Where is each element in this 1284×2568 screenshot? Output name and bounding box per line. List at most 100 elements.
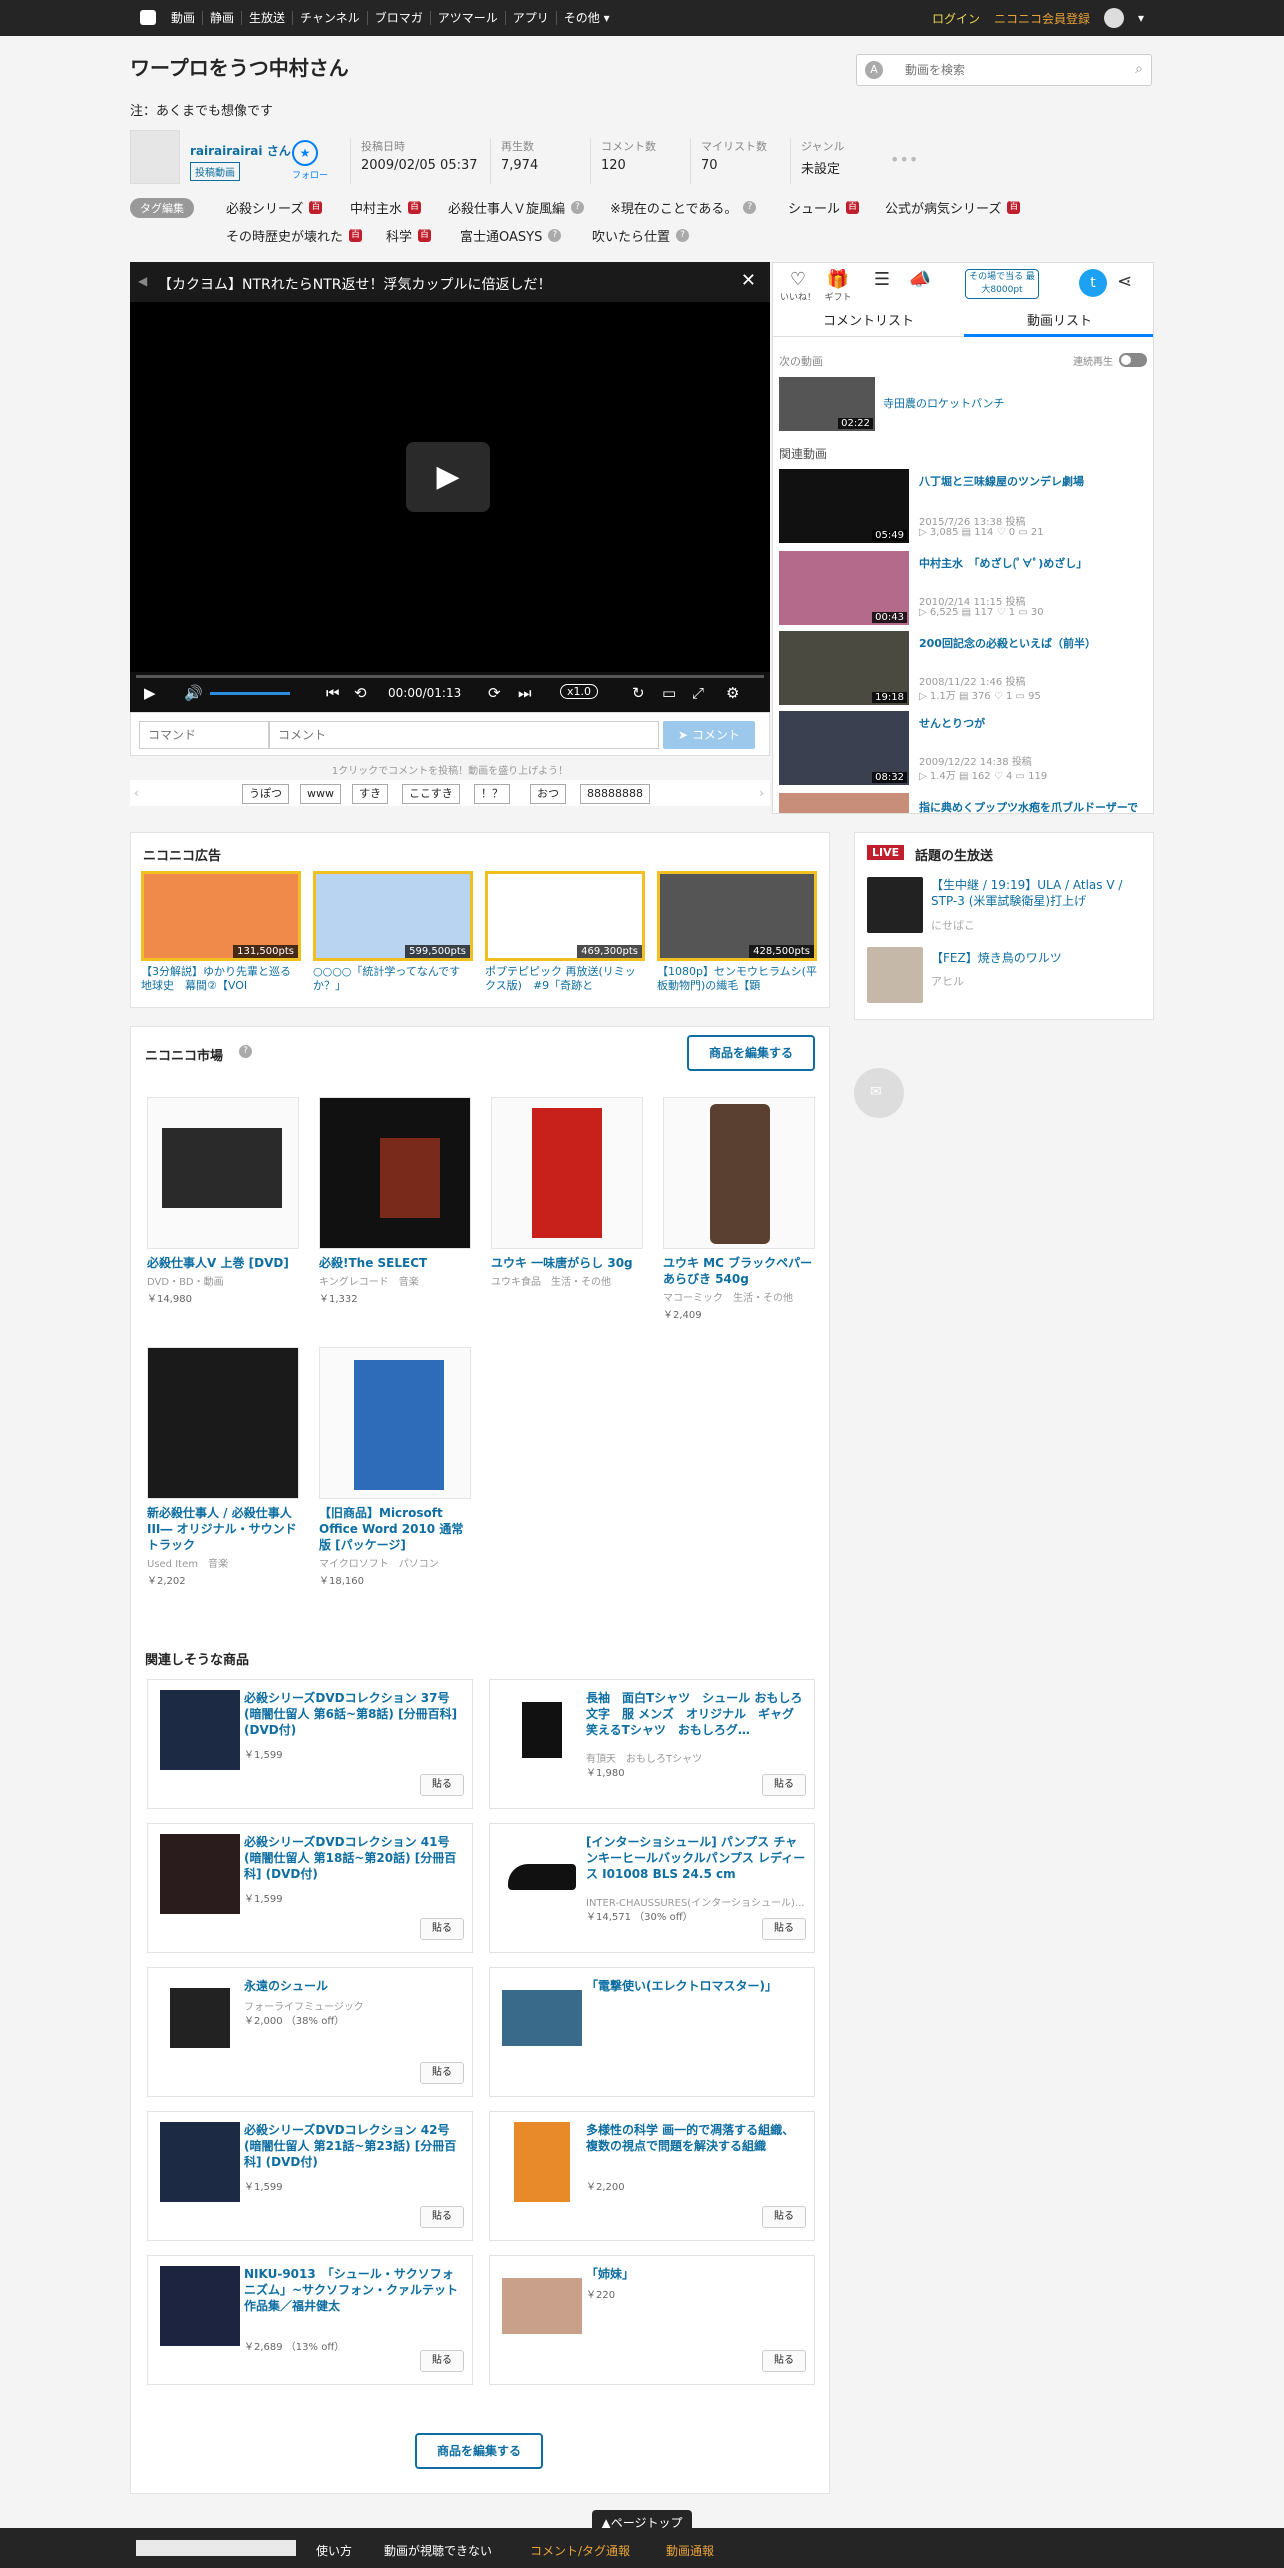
related-video-thumbnail[interactable]: 08:32	[779, 711, 909, 785]
encyclopedia-icon[interactable]: 百	[349, 229, 363, 242]
niconico-footer-logo[interactable]	[136, 2540, 296, 2556]
related-video-title[interactable]: せんとりつが	[919, 715, 1145, 731]
comment-toggle-icon[interactable]: ▭	[662, 684, 676, 702]
market-item[interactable]: 【旧商品】Microsoft Office Word 2010 通常版 [パッケ…	[319, 1347, 471, 1587]
tag-item[interactable]: シュール百	[788, 198, 860, 217]
related-video-thumbnail[interactable]: 19:18	[779, 631, 909, 705]
tab-comment-list[interactable]: コメントリスト	[773, 307, 964, 337]
related-video-thumbnail[interactable]	[779, 793, 909, 813]
comment-submit-button[interactable]: ➤ コメント	[663, 721, 755, 749]
product-image[interactable]	[502, 1990, 582, 2046]
product-image[interactable]	[319, 1347, 471, 1499]
tag-item[interactable]: 必殺仕事人Ｖ旋風編?	[448, 198, 585, 217]
related-product-card[interactable]: 必殺シリーズDVDコレクション 37号 (暗闇仕留人 第6話~第8話) [分冊百…	[147, 1679, 473, 1809]
forward-10-icon[interactable]: ⟳	[488, 684, 501, 702]
product-image[interactable]	[160, 2266, 240, 2346]
ad-title[interactable]: ○○○○「統計学ってなんですか？」	[313, 965, 473, 993]
paste-button[interactable]: 貼る	[762, 1918, 806, 1940]
tag-item[interactable]: 科学百	[386, 226, 432, 245]
tag-label[interactable]: 富士通OASYS	[460, 226, 542, 245]
more-icon[interactable]: •••	[890, 150, 918, 169]
nav-video[interactable]: 動画	[164, 11, 204, 25]
encyclopedia-icon[interactable]: 百	[846, 201, 860, 214]
encyclopedia-icon[interactable]: 百	[418, 229, 432, 242]
ad-card[interactable]: 131,500pts 【3分解説】ゆかり先輩と巡る地球史 幕間②【VOI	[141, 871, 301, 993]
quick-comment-button[interactable]: ！？	[474, 784, 510, 804]
product-image[interactable]	[502, 2278, 582, 2334]
next-video-thumbnail[interactable]: 02:22	[779, 377, 875, 431]
product-title[interactable]: 必殺シリーズDVDコレクション 41号 (暗闇仕留人 第18話~第20話) [分…	[244, 1834, 464, 1882]
speed-button[interactable]: x1.0	[560, 684, 599, 699]
related-product-card[interactable]: 「姉妹」 ￥220 貼る	[489, 2255, 815, 2385]
uploader-name[interactable]: rairairairai さん	[190, 142, 291, 159]
market-item[interactable]: ユウキ 一味唐がらし 30g ユウキ食品 生活・その他	[491, 1097, 643, 1290]
product-image[interactable]	[147, 1097, 299, 1249]
tag-label[interactable]: ※現在のことである。	[610, 198, 737, 217]
tag-label[interactable]: 中村主水	[350, 198, 402, 217]
nav-live[interactable]: 生放送	[242, 11, 294, 25]
product-title[interactable]: 多様性の科学 画一的で凋落する組織、複数の視点で問題を解決する組織	[586, 2122, 806, 2154]
related-product-card[interactable]: 永遠のシュール フォーライフミュージック ￥2,000 （38% off） 貼る	[147, 1967, 473, 2097]
ad-thumbnail[interactable]: 599,500pts	[313, 871, 473, 961]
tag-item[interactable]: 中村主水百	[350, 198, 422, 217]
help-icon[interactable]: ?	[676, 229, 690, 242]
related-video-thumbnail[interactable]: 05:49	[779, 469, 909, 543]
product-image[interactable]	[160, 2122, 240, 2202]
product-title[interactable]: [インターショシュール] パンプス チャンキーヒールバックルパンプス レディース…	[586, 1834, 806, 1882]
footer-link-playback[interactable]: 動画が視聴できない	[384, 2542, 492, 2559]
market-item[interactable]: 新必殺仕事人 / 必殺仕事人 III― オリジナル・サウンドトラック Used I…	[147, 1347, 299, 1587]
tag-label[interactable]: シュール	[788, 198, 840, 217]
paste-button[interactable]: 貼る	[420, 1918, 464, 1940]
help-icon[interactable]: ?	[571, 201, 585, 214]
product-title[interactable]: 長袖 面白Tシャツ シュール おもしろ文字 服 メンズ オリジナル ギャグ 笑え…	[586, 1690, 806, 1738]
seek-bar[interactable]	[136, 675, 764, 678]
product-title[interactable]: 必殺!The SELECT	[319, 1255, 471, 1271]
nav-blomaga[interactable]: ブロマガ	[368, 11, 431, 25]
product-title[interactable]: 【旧商品】Microsoft Office Word 2010 通常版 [パッケ…	[319, 1505, 471, 1553]
related-product-card[interactable]: 必殺シリーズDVDコレクション 42号 (暗闇仕留人 第21話~第23話) [分…	[147, 2111, 473, 2241]
ad-thumbnail[interactable]: 469,300pts	[485, 871, 645, 961]
next-video-title[interactable]: 寺田農のロケットパンチ	[883, 395, 1005, 411]
ad-card[interactable]: 428,500pts 【1080p】センモウヒラムシ(平板動物門)の繊毛【顕	[657, 871, 817, 993]
ad-title[interactable]: ポプテピピック 再放送(リミックス版) #9「奇跡と	[485, 965, 645, 993]
market-item[interactable]: ユウキ MC ブラックペパーあらびき 540g マコーミック 生活・その他 ￥2,4…	[663, 1097, 815, 1321]
product-title[interactable]: 「姉妹」	[586, 2266, 806, 2282]
related-video-title[interactable]: 指に典めくプップツ水疱を爪ブルドーザーで	[919, 799, 1145, 813]
paste-button[interactable]: 貼る	[420, 2206, 464, 2228]
register-link[interactable]: ニコニコ会員登録	[994, 10, 1090, 27]
video-player[interactable]: ◀ 【カクヨム】NTRれたらNTR返せ！浮気カップルに倍返しだ！ ✕ ▶ ▶ 🔊…	[130, 262, 770, 712]
ad-thumbnail[interactable]: 428,500pts	[657, 871, 817, 961]
paste-button[interactable]: 貼る	[420, 2062, 464, 2084]
product-image[interactable]	[147, 1347, 299, 1499]
search-input[interactable]	[905, 59, 1115, 81]
tab-video-list[interactable]: 動画リスト	[964, 307, 1153, 337]
product-title[interactable]: NIKU-9013 「シュール・サクソフォニズム」~サクソフォン・クァルテット作…	[244, 2266, 464, 2314]
product-image[interactable]	[160, 1834, 240, 1914]
tag-label[interactable]: 必殺仕事人Ｖ旋風編	[448, 198, 565, 217]
ad-title[interactable]: 【1080p】センモウヒラムシ(平板動物門)の繊毛【顕	[657, 965, 817, 993]
mail-icon[interactable]: ✉	[854, 1068, 904, 1118]
product-title[interactable]: 新必殺仕事人 / 必殺仕事人 III― オリジナル・サウンドトラック	[147, 1505, 299, 1553]
tag-label[interactable]: 必殺シリーズ	[226, 198, 303, 217]
quick-comment-button[interactable]: うぽつ	[242, 784, 289, 804]
volume-slider[interactable]	[210, 692, 290, 695]
encyclopedia-icon[interactable]: 百	[408, 201, 422, 214]
footer-link-report-comment[interactable]: コメント/タグ通報	[530, 2542, 630, 2559]
encyclopedia-icon[interactable]: 百	[309, 201, 323, 214]
tag-label[interactable]: その時歴史が壊れた	[226, 226, 343, 245]
settings-icon[interactable]: ⚙	[726, 684, 739, 702]
nav-app[interactable]: アプリ	[506, 11, 557, 25]
nicoad-button[interactable]: 📣	[899, 269, 941, 290]
mylist-add-button[interactable]: ☰	[861, 269, 903, 290]
tag-label[interactable]: 公式が病気シリーズ	[885, 198, 1001, 217]
help-icon[interactable]: ?	[239, 1045, 252, 1058]
tag-label[interactable]: 科学	[386, 226, 412, 245]
nav-more[interactable]: その他 ▾	[557, 11, 617, 25]
product-image[interactable]	[160, 1690, 240, 1770]
related-product-card[interactable]: 必殺シリーズDVDコレクション 41号 (暗闇仕留人 第18話~第20話) [分…	[147, 1823, 473, 1953]
product-title[interactable]: 必殺シリーズDVDコレクション 37号 (暗闇仕留人 第6話~第8話) [分冊百…	[244, 1690, 464, 1738]
edit-products-button-bottom[interactable]: 商品を編集する	[415, 2433, 543, 2469]
live-title[interactable]: 【生中継 / 19:19】ULA / Atlas V / STP-3 (米軍試験…	[931, 877, 1141, 909]
search-box[interactable]: A ⌕	[856, 54, 1152, 86]
live-thumbnail[interactable]	[867, 947, 923, 1003]
